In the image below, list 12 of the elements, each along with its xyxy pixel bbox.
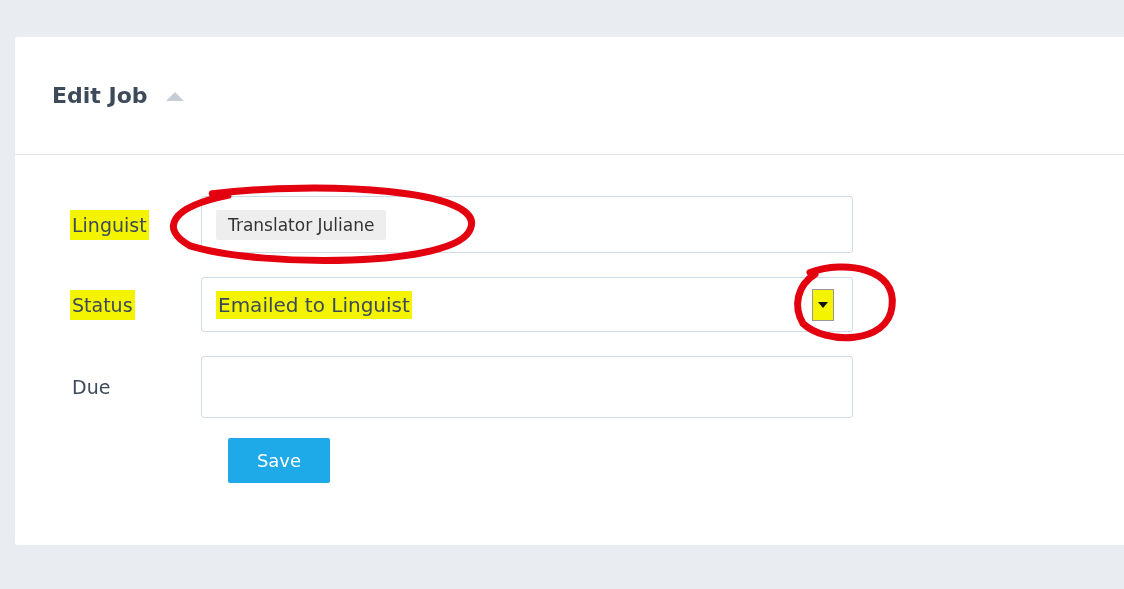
due-field[interactable]: [201, 356, 853, 418]
select-value: Emailed to Linguist: [216, 290, 412, 319]
card-title: Edit Job: [52, 83, 148, 108]
caret-down-icon: [818, 301, 828, 308]
field-label: Status: [70, 289, 135, 320]
field-label: Linguist: [70, 209, 149, 240]
field-label: Due: [71, 375, 112, 400]
dropdown-button[interactable]: [812, 288, 834, 321]
linguist-field[interactable]: Translator Juliane: [201, 196, 853, 253]
caret-up-icon[interactable]: [165, 90, 184, 101]
linguist-chip[interactable]: Translator Juliane: [216, 209, 387, 240]
status-select[interactable]: Emailed to Linguist: [201, 277, 853, 332]
